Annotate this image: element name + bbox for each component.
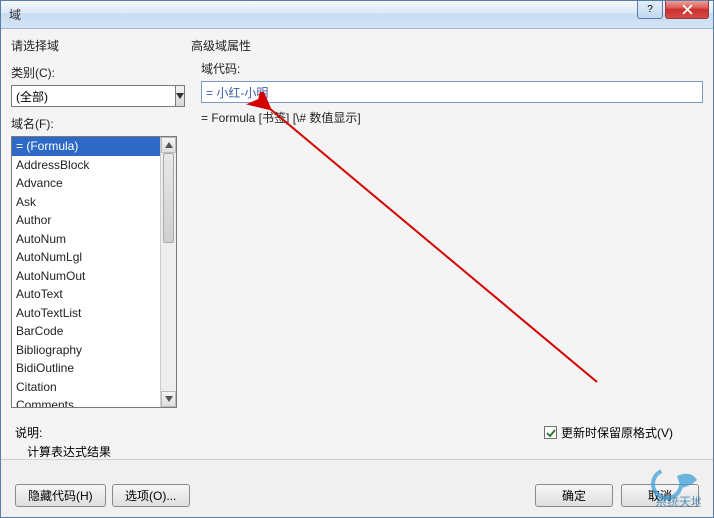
list-item[interactable]: = (Formula) [12,137,160,156]
hide-code-button[interactable]: 隐藏代码(H) [15,484,106,507]
footer: 说明: 计算表达式结果 隐藏代码(H) 选项(O)... 确定 取消 系统天地 [1,459,713,517]
list-item[interactable]: AutoTextList [12,304,160,323]
close-button[interactable] [665,1,709,19]
select-domain-label: 请选择域 [11,37,177,54]
fieldname-label: 域名(F): [11,115,177,132]
ok-button[interactable]: 确定 [535,484,613,507]
list-item[interactable]: BidiOutline [12,359,160,378]
description-block: 说明: 计算表达式结果 [15,424,111,460]
list-item[interactable]: AutoNumOut [12,267,160,286]
titlebar[interactable]: 域 ? [1,1,713,29]
scroll-track[interactable] [161,153,176,391]
list-item[interactable]: AutoNum [12,230,160,249]
preserve-format-row[interactable]: 更新时保留原格式(V) [544,424,673,441]
category-label: 类别(C): [11,64,177,81]
help-button[interactable]: ? [637,1,663,19]
description-label: 说明: [15,424,111,441]
list-item[interactable]: Comments [12,396,160,407]
list-item[interactable]: BarCode [12,322,160,341]
list-item[interactable]: Citation [12,378,160,397]
description-text: 计算表达式结果 [27,443,111,460]
list-item[interactable]: Ask [12,193,160,212]
preserve-format-checkbox[interactable] [544,426,557,439]
close-icon [682,4,693,15]
advanced-props-label: 高级域属性 [191,37,703,54]
chevron-down-icon [176,93,184,99]
scroll-down-button[interactable] [161,391,176,407]
code-label: 域代码: [201,60,703,77]
list-item[interactable]: AutoNumLgl [12,248,160,267]
window-title: 域 [9,6,21,23]
list-item[interactable]: Author [12,211,160,230]
fieldname-listbox[interactable]: = (Formula)AddressBlockAdvanceAskAuthorA… [11,136,177,408]
options-button[interactable]: 选项(O)... [112,484,190,507]
scroll-thumb[interactable] [163,153,174,243]
chevron-up-icon [165,142,173,148]
right-inner: 域代码: = Formula [书签] [\# 数值显示] [191,58,703,459]
left-panel: 请选择域 类别(C): 域名(F): = (Formula)AddressBlo… [11,37,177,459]
list-item[interactable]: AddressBlock [12,156,160,175]
window-buttons: ? [635,1,709,19]
list-item[interactable]: AutoText [12,285,160,304]
combo-dropdown-button[interactable] [175,85,185,107]
check-icon [546,428,556,438]
dialog-window: 域 ? 请选择域 类别(C): 域名(F): = (Formula)Addres… [0,0,714,518]
dialog-body: 请选择域 类别(C): 域名(F): = (Formula)AddressBlo… [1,29,713,459]
category-combo[interactable] [11,85,177,107]
chevron-down-icon [165,396,173,402]
listbox-scrollbar[interactable] [160,137,176,407]
list-item[interactable]: Bibliography [12,341,160,360]
right-panel: 高级域属性 域代码: = Formula [书签] [\# 数值显示] [191,37,703,459]
scroll-up-button[interactable] [161,137,176,153]
preserve-format-label: 更新时保留原格式(V) [561,424,673,441]
formula-description: = Formula [书签] [\# 数值显示] [201,109,703,126]
left-buttons: 隐藏代码(H) 选项(O)... [15,484,190,507]
category-input[interactable] [11,85,175,107]
advanced-fieldset: 域代码: = Formula [书签] [\# 数值显示] [191,60,703,126]
svg-text:系统天地: 系统天地 [655,495,701,508]
watermark: 系统天地 [647,466,701,511]
list-item[interactable]: Advance [12,174,160,193]
annotation-arrow [237,92,637,452]
field-code-input[interactable] [201,81,703,103]
